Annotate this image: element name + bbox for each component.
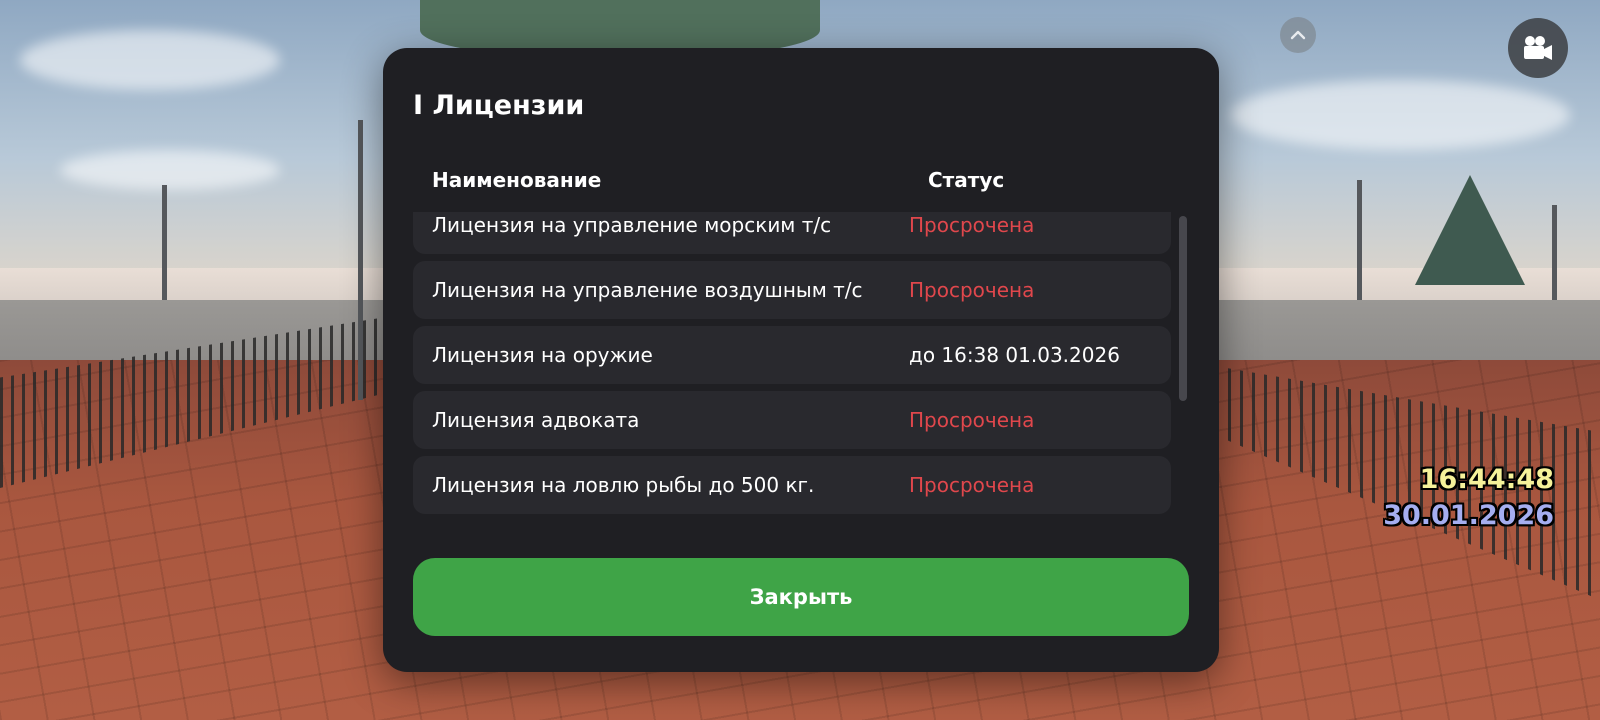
game-clock: 16:44:48 30.01.2026 (1383, 462, 1554, 534)
street-lamp (1552, 205, 1557, 300)
license-row: Лицензия на ловлю рыбы до 500 кг. Просро… (413, 456, 1171, 514)
clock-date: 30.01.2026 (1383, 500, 1554, 531)
street-lamp (162, 185, 167, 300)
column-header-name: Наименование (432, 168, 602, 192)
license-row: Лицензия на управление воздушным т/с Про… (413, 261, 1171, 319)
scroll-up-button[interactable] (1280, 17, 1316, 53)
clock-time: 16:44:48 (1419, 464, 1554, 495)
licenses-list-content: Лицензия на управление морским т/с Проср… (413, 212, 1171, 521)
license-status: Просрочена (909, 278, 1035, 302)
license-status: Просрочена (909, 213, 1035, 237)
license-row: Лицензия на управление морским т/с Проср… (413, 212, 1171, 254)
column-header-status: Статус (928, 168, 1005, 192)
dialog-title: I Лицензии (413, 90, 585, 121)
license-name: Лицензия на управление воздушным т/с (432, 278, 863, 302)
license-status: до 16:38 01.03.2026 (909, 343, 1120, 367)
licenses-dialog: I Лицензии Наименование Статус Лицензия … (383, 48, 1219, 672)
fir-tree (1415, 175, 1525, 285)
licenses-list[interactable]: Лицензия на управление морским т/с Проср… (413, 212, 1171, 565)
license-row: Лицензия адвоката Просрочена (413, 391, 1171, 449)
camera-button[interactable] (1508, 18, 1568, 78)
cloud (60, 150, 280, 190)
license-name: Лицензия на управление морским т/с (432, 213, 832, 237)
license-status: Просрочена (909, 408, 1035, 432)
chevron-up-icon (1290, 30, 1306, 40)
license-status: Просрочена (909, 473, 1035, 497)
scrollbar[interactable] (1179, 48, 1187, 401)
street-lamp (1357, 180, 1362, 300)
close-button[interactable]: Закрыть (413, 558, 1189, 636)
cloud (1230, 80, 1570, 150)
license-row: Лицензия на оружие до 16:38 01.03.2026 (413, 326, 1171, 384)
cloud (20, 30, 280, 90)
license-name: Лицензия на оружие (432, 343, 653, 367)
license-name: Лицензия адвоката (432, 408, 640, 432)
video-camera-icon (1524, 36, 1552, 60)
scrollbar-thumb[interactable] (1179, 216, 1187, 401)
license-name: Лицензия на ловлю рыбы до 500 кг. (432, 473, 815, 497)
